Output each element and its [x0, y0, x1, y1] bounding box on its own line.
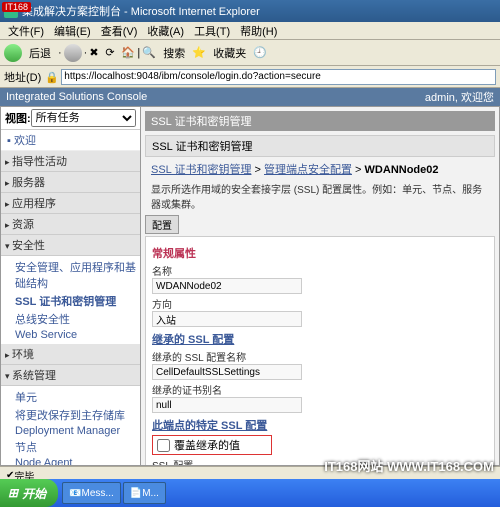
nav-welcome[interactable]: ▪ 欢迎	[1, 130, 140, 151]
taskbar: ⊞ 开始 📧 Mess... 📄 M...	[0, 479, 500, 507]
task-item-1[interactable]: 📧 Mess...	[62, 482, 121, 504]
dir-value: 入站	[152, 311, 302, 327]
windows-icon: ⊞	[8, 486, 18, 500]
menu-file[interactable]: 文件(F)	[4, 22, 48, 40]
name-value: WDANNode02	[152, 278, 302, 294]
section-general: 常规属性	[152, 245, 488, 261]
search-icon[interactable]: 🔍	[142, 46, 156, 60]
favorites-button[interactable]: 收藏夹	[208, 43, 251, 63]
console-header: Integrated Solutions Console admin, 欢迎您	[0, 88, 500, 106]
nav-security[interactable]: 安全性	[1, 235, 140, 256]
task-item-2[interactable]: 📄 M...	[123, 482, 166, 504]
alias-value: null	[152, 397, 302, 413]
nav-nodes[interactable]: 节点	[15, 438, 140, 456]
stop-icon[interactable]: ✖	[89, 46, 103, 60]
menu-edit[interactable]: 编辑(E)	[50, 22, 95, 40]
menu-fav[interactable]: 收藏(A)	[143, 22, 188, 40]
favorites-icon[interactable]: ⭐	[192, 46, 206, 60]
brand-badge: IT168	[2, 2, 31, 12]
view-row: 视图: 所有任务	[1, 107, 140, 130]
nav-sec-ws[interactable]: Web Service	[15, 328, 140, 342]
override-checkbox-row[interactable]: 覆盖继承的值	[152, 435, 272, 455]
nav-resources[interactable]: 资源	[1, 214, 140, 235]
watermark: IT168网站 WWW.IT168.COM	[324, 456, 494, 475]
window-titlebar: 集成解决方案控制台 - Microsoft Internet Explorer	[0, 0, 500, 22]
nav-sysmgmt[interactable]: 系统管理	[1, 365, 140, 386]
inh-label: 继承的 SSL 配置名称	[152, 349, 488, 364]
view-label: 视图:	[5, 110, 31, 126]
toolbar: 后退 · · ✖ ⟳ 🏠 | 🔍 搜索 ⭐ 收藏夹 🕘	[0, 40, 500, 66]
tab-config[interactable]: 配置	[145, 215, 179, 234]
address-label: 地址(D)	[4, 69, 41, 85]
start-button[interactable]: ⊞ 开始	[0, 479, 58, 507]
name-label: 名称	[152, 263, 488, 278]
nav-servers[interactable]: 服务器	[1, 172, 140, 193]
nav-sysmgmt-list: 单元 将更改保存到主存储库 Deployment Manager 节点 Node…	[1, 386, 140, 465]
page-desc: 显示所选作用域的安全套接字层 (SSL) 配置属性。例如：单元、节点、服务器或集…	[145, 181, 495, 215]
nav-cell[interactable]: 单元	[15, 388, 140, 406]
search-button[interactable]: 搜索	[158, 43, 190, 63]
menu-tools[interactable]: 工具(T)	[190, 22, 234, 40]
history-icon[interactable]: 🕘	[253, 46, 267, 60]
crumb-node: WDANNode02	[365, 164, 439, 176]
nav-sec-ssl[interactable]: SSL 证书和密钥管理	[15, 292, 140, 310]
console-welcome: admin, 欢迎您	[425, 89, 494, 105]
main-area: 视图: 所有任务 ▪ 欢迎 指导性活动 服务器 应用程序 资源 安全性 安全管理…	[0, 106, 500, 466]
menu-view[interactable]: 查看(V)	[97, 22, 142, 40]
refresh-icon[interactable]: ⟳	[105, 46, 119, 60]
override-checkbox[interactable]	[157, 439, 170, 452]
crumb-endpoint[interactable]: 管理端点安全配置	[264, 164, 352, 176]
nav-sec-admin[interactable]: 安全管理、应用程序和基础结构	[15, 258, 140, 292]
dir-label: 方向	[152, 296, 488, 311]
crumb-ssl[interactable]: SSL 证书和密钥管理	[151, 164, 251, 176]
section-specific: 此端点的特定 SSL 配置	[152, 417, 488, 433]
console-title: Integrated Solutions Console	[6, 91, 147, 103]
page-title: SSL 证书和密钥管理	[145, 111, 495, 131]
menu-bar: 文件(F) 编辑(E) 查看(V) 收藏(A) 工具(T) 帮助(H)	[0, 22, 500, 40]
back-button[interactable]: 后退	[24, 43, 56, 63]
section-inherited: 继承的 SSL 配置	[152, 331, 488, 347]
nav-security-list: 安全管理、应用程序和基础结构 SSL 证书和密钥管理 总线安全性 Web Ser…	[1, 256, 140, 344]
menu-help[interactable]: 帮助(H)	[236, 22, 281, 40]
alias-label: 继承的证书别名	[152, 382, 488, 397]
nav-apps[interactable]: 应用程序	[1, 193, 140, 214]
nav-env[interactable]: 环境	[1, 344, 140, 365]
page-subtitle: SSL 证书和密钥管理	[145, 135, 495, 157]
address-input[interactable]	[61, 69, 496, 85]
window-title: 集成解决方案控制台 - Microsoft Internet Explorer	[22, 3, 260, 19]
lock-icon: 🔒	[45, 71, 57, 83]
nav-save[interactable]: 将更改保存到主存储库	[15, 406, 140, 424]
nav-dmgr[interactable]: Deployment Manager	[15, 424, 140, 438]
address-bar: 地址(D) 🔒	[0, 66, 500, 88]
nav-sec-bus[interactable]: 总线安全性	[15, 310, 140, 328]
sidebar: 视图: 所有任务 ▪ 欢迎 指导性活动 服务器 应用程序 资源 安全性 安全管理…	[1, 107, 141, 465]
forward-icon	[64, 44, 82, 62]
nav-guide[interactable]: 指导性活动	[1, 151, 140, 172]
nav-nodeagent[interactable]: Node Agent	[15, 456, 140, 465]
breadcrumb: SSL 证书和密钥管理 > 管理端点安全配置 > WDANNode02	[145, 157, 495, 181]
override-label: 覆盖继承的值	[174, 437, 240, 453]
content-pane: SSL 证书和密钥管理 SSL 证书和密钥管理 SSL 证书和密钥管理 > 管理…	[141, 107, 499, 465]
config-panel: 常规属性 名称 WDANNode02 方向 入站 继承的 SSL 配置 继承的 …	[145, 236, 495, 465]
view-select[interactable]: 所有任务	[31, 109, 136, 127]
inh-value: CellDefaultSSLSettings	[152, 364, 302, 380]
back-icon[interactable]	[4, 44, 22, 62]
home-icon[interactable]: 🏠	[121, 46, 135, 60]
